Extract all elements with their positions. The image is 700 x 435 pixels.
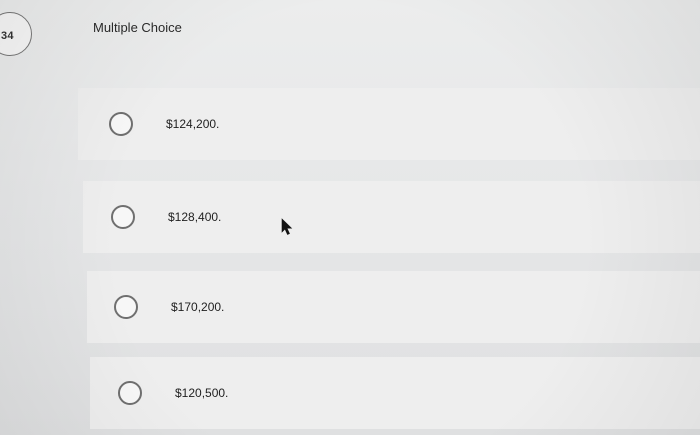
answer-option-1-label: $124,200. — [166, 117, 220, 131]
answer-option-3-label: $170,200. — [171, 300, 225, 314]
mouse-pointer-icon — [281, 218, 293, 235]
answer-option-2[interactable]: $128,400. — [83, 181, 700, 253]
radio-button-3[interactable] — [114, 295, 138, 319]
answer-option-4[interactable]: $120,500. — [90, 357, 700, 429]
question-type-heading: Multiple Choice — [93, 20, 182, 35]
answer-option-4-label: $120,500. — [175, 386, 229, 400]
question-screen: 34 Multiple Choice $124,200. $128,400. $… — [0, 0, 700, 435]
radio-button-4[interactable] — [118, 381, 142, 405]
answer-option-2-label: $128,400. — [168, 210, 222, 224]
question-number: 34 — [1, 30, 14, 42]
radio-button-2[interactable] — [111, 205, 135, 229]
answer-option-3[interactable]: $170,200. — [87, 271, 700, 343]
answer-option-1[interactable]: $124,200. — [78, 88, 700, 160]
radio-button-1[interactable] — [109, 112, 133, 136]
